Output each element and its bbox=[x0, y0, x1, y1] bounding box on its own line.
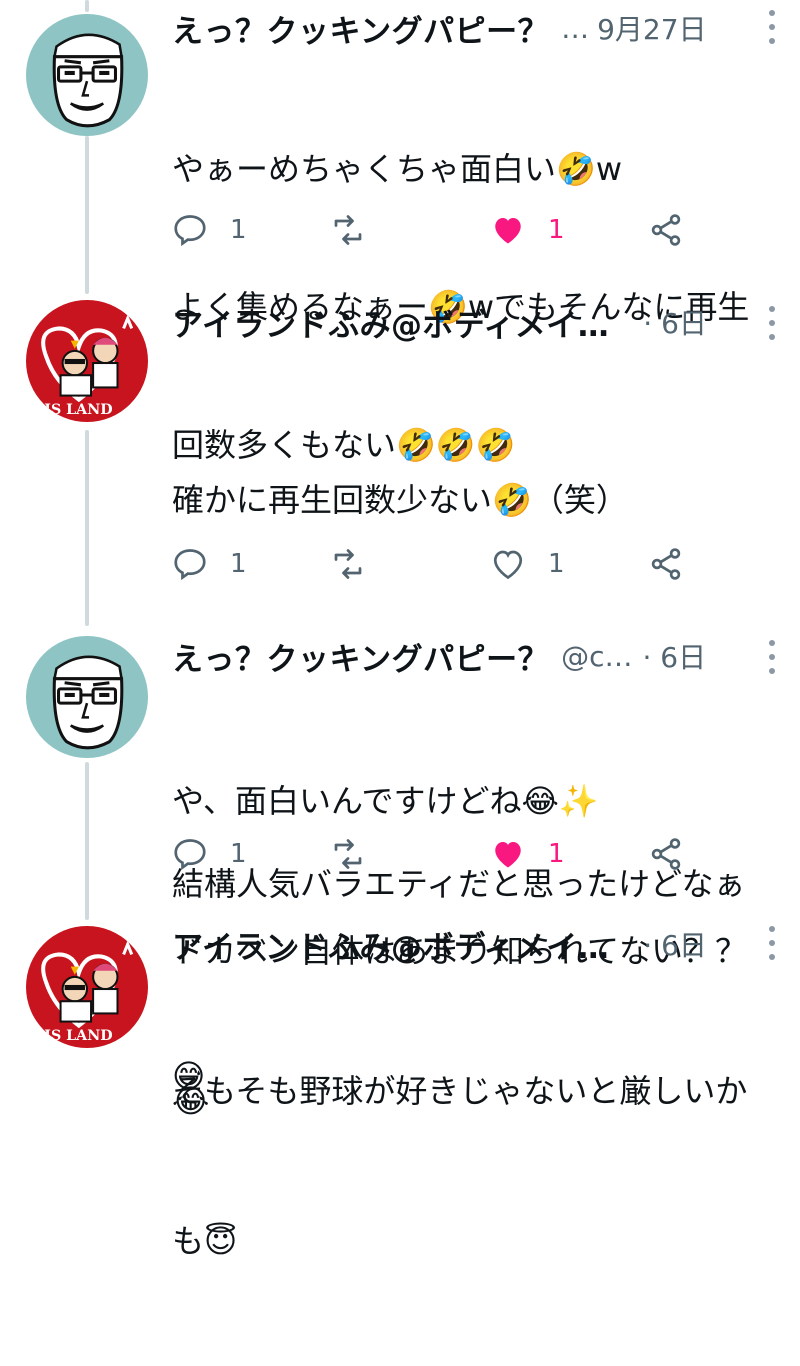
share-button[interactable] bbox=[648, 832, 684, 876]
tweet-actions: 1 1 bbox=[172, 832, 732, 876]
like-button[interactable]: 1 bbox=[490, 208, 565, 252]
avatar[interactable] bbox=[26, 14, 148, 136]
tweet-text-line: やぁーめちゃくちゃ面白い🤣w bbox=[172, 150, 623, 188]
cooking-puppy-avatar-image bbox=[26, 14, 148, 136]
retweet-icon bbox=[334, 549, 362, 579]
reply-count: 1 bbox=[230, 549, 247, 579]
retweet-button[interactable] bbox=[330, 542, 366, 586]
island-fumi-avatar-image: IS LAND bbox=[26, 926, 148, 1048]
reply-button[interactable]: 1 bbox=[172, 542, 247, 586]
display-name[interactable]: アイランドふみ@ボディメイ… bbox=[172, 300, 609, 345]
like-button[interactable]: 1 bbox=[490, 542, 565, 586]
retweet-icon bbox=[334, 839, 362, 869]
reply-button[interactable]: 1 bbox=[172, 208, 247, 252]
retweet-button[interactable] bbox=[330, 208, 366, 252]
cooking-puppy-avatar-image bbox=[26, 636, 148, 758]
tweet[interactable]: えっ？クッキングパピー？ … 9月27日 やぁーめちゃくちゃ面白い🤣w よく集め… bbox=[0, 0, 800, 464]
tweet-text-line: も😇 bbox=[172, 1222, 238, 1260]
share-button[interactable] bbox=[648, 542, 684, 586]
avatar[interactable]: IS LAND bbox=[26, 300, 148, 422]
tweet-text-line: や、面白いんですけどね😂✨ bbox=[172, 782, 599, 820]
tweet-text: そもそも野球が好きじゃないと厳しいか も😇 bbox=[172, 966, 780, 1366]
display-name[interactable]: アイランドふみ@ボディメイ… bbox=[172, 922, 609, 967]
timestamp[interactable]: · 6日 bbox=[643, 924, 707, 964]
timestamp[interactable]: · 6日 bbox=[643, 302, 707, 342]
reply-icon bbox=[174, 215, 206, 247]
tweet[interactable]: IS LAND アイランドふみ@ボディメイ… · 6日 確かに再生回数少ない🤣（… bbox=[0, 296, 800, 1095]
reply-icon bbox=[174, 549, 206, 581]
reply-button[interactable]: 1 bbox=[172, 832, 247, 876]
retweet-button[interactable] bbox=[330, 832, 366, 876]
timestamp[interactable]: · 6日 bbox=[642, 636, 706, 676]
heart-filled-icon bbox=[495, 218, 521, 244]
like-count: 1 bbox=[548, 549, 565, 579]
reply-icon bbox=[174, 839, 206, 871]
more-options-icon[interactable] bbox=[768, 10, 776, 50]
share-button[interactable] bbox=[648, 208, 684, 252]
like-button[interactable]: 1 bbox=[490, 832, 565, 876]
tweet[interactable]: えっ？クッキングパピー？ @c… · 6日 や、面白いんですけどね😂✨ ドカベン… bbox=[0, 626, 800, 1120]
reply-count: 1 bbox=[230, 839, 247, 869]
share-icon bbox=[651, 214, 681, 246]
island-fumi-avatar-image: IS LAND bbox=[26, 300, 148, 422]
display-name[interactable]: えっ？クッキングパピー？ bbox=[172, 6, 549, 51]
handle[interactable]: … bbox=[561, 12, 589, 45]
tweet-text-line: 確かに再生回数少ない🤣（笑） bbox=[172, 481, 628, 519]
like-count: 1 bbox=[548, 839, 565, 869]
tweet-text-line: そもそも野球が好きじゃないと厳しいか bbox=[172, 1072, 748, 1110]
like-count: 1 bbox=[548, 215, 565, 245]
heart-outline-icon bbox=[493, 550, 523, 580]
island-logo-text: IS LAND bbox=[44, 1028, 112, 1044]
tweet-actions: 1 1 bbox=[172, 542, 732, 586]
timestamp[interactable]: 9月27日 bbox=[597, 8, 706, 48]
retweet-icon bbox=[334, 215, 362, 245]
share-icon bbox=[651, 838, 681, 870]
reply-count: 1 bbox=[230, 215, 247, 245]
island-logo-text: IS LAND bbox=[44, 402, 112, 418]
more-options-icon[interactable] bbox=[768, 640, 776, 680]
avatar[interactable]: IS LAND bbox=[26, 926, 148, 1048]
tweet-actions: 1 1 bbox=[172, 208, 732, 252]
heart-filled-icon bbox=[495, 842, 521, 868]
display-name[interactable]: えっ？クッキングパピー？ bbox=[172, 634, 549, 679]
more-options-icon[interactable] bbox=[768, 926, 776, 966]
avatar[interactable] bbox=[26, 636, 148, 758]
share-icon bbox=[651, 548, 681, 580]
tweet[interactable]: IS LAND アイランドふみ@ボディメイ… · 6日 そもそも野球が好きじゃな… bbox=[0, 920, 800, 1260]
handle[interactable]: @c… bbox=[561, 640, 632, 673]
